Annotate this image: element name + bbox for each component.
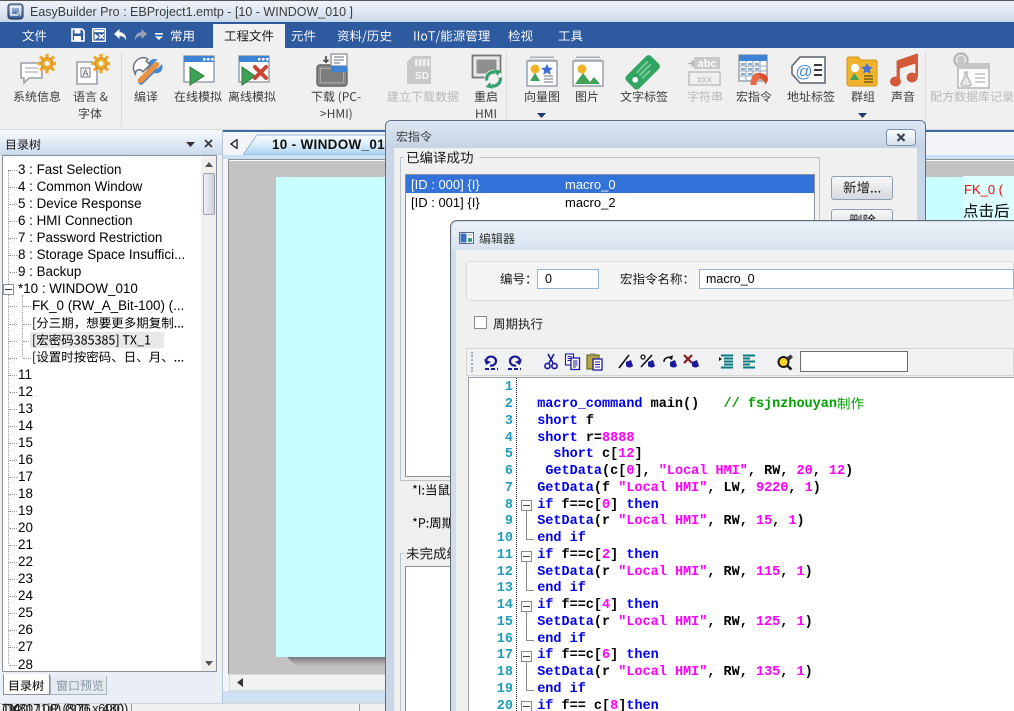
svg-text:@: @ [795, 62, 812, 81]
svg-text:SD: SD [415, 71, 429, 82]
svg-text:abc: abc [698, 58, 717, 70]
svg-text:A: A [82, 68, 88, 78]
svg-text:xxx: xxx [697, 75, 712, 86]
